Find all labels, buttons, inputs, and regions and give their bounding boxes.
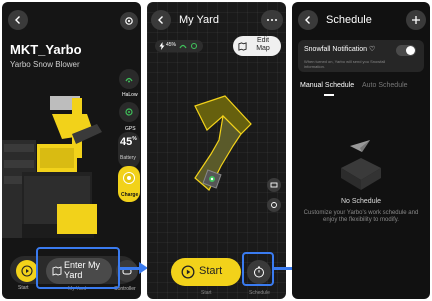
layers-button[interactable] <box>267 178 281 192</box>
highlight-enter-my-yard <box>36 247 120 289</box>
plus-icon <box>412 16 420 24</box>
snowfall-toggle[interactable] <box>396 45 416 56</box>
edit-map-label: Edit Map <box>256 37 270 52</box>
active-tab-indicator <box>324 94 334 96</box>
start-button[interactable] <box>16 260 38 282</box>
battery-value: 45% <box>120 136 137 148</box>
chevron-left-icon <box>15 16 20 24</box>
map-icon <box>238 42 247 51</box>
back-button[interactable] <box>151 10 171 30</box>
start-caption: Start <box>201 290 212 296</box>
signal-icon <box>179 44 187 49</box>
snowfall-title: Snowfall Notification ♡ <box>304 46 376 53</box>
page-title: My Yard <box>179 14 219 26</box>
empty-state-illustration <box>341 140 381 190</box>
halow-label: HaLow <box>122 92 138 98</box>
device-model: Yarbo Snow Blower <box>10 60 80 69</box>
highlight-schedule <box>242 252 274 286</box>
page-title: Schedule <box>326 14 372 26</box>
play-icon <box>21 265 33 277</box>
more-button[interactable] <box>261 10 283 30</box>
start-label: Start <box>18 285 29 291</box>
battery-label: Battery <box>120 155 136 161</box>
locate-button[interactable] <box>267 198 281 212</box>
tab-auto-schedule[interactable]: Auto Schedule <box>362 82 408 89</box>
charge-icon <box>123 172 135 184</box>
bolt-icon <box>159 42 165 50</box>
play-icon <box>181 265 195 279</box>
schedule-screen: Schedule Snowfall Notification ♡ When tu… <box>292 2 430 299</box>
add-schedule-button[interactable] <box>406 10 426 30</box>
device-name: MKT_Yarbo <box>10 42 82 57</box>
battery-status: 45% <box>166 42 177 48</box>
charge-label: Charge <box>121 192 139 198</box>
settings-button[interactable] <box>120 12 138 30</box>
arrow-to-my-yard <box>120 267 140 270</box>
more-icon <box>267 19 277 21</box>
target-icon <box>271 202 277 208</box>
gear-icon <box>125 17 133 25</box>
signal-icon <box>125 77 133 83</box>
chevron-left-icon <box>158 16 163 24</box>
gps-button[interactable] <box>119 102 139 122</box>
yard-map <box>194 95 252 191</box>
snowfall-desc: When turned on, Yarbo will send you Snow… <box>304 59 386 69</box>
bell-icon: ♡ <box>368 46 376 53</box>
snow-blower-image <box>2 96 102 238</box>
back-button[interactable] <box>298 10 318 30</box>
start-label: Start <box>199 265 223 277</box>
gps-icon <box>125 108 133 116</box>
halow-button[interactable] <box>119 69 139 89</box>
back-button[interactable] <box>8 10 28 30</box>
schedule-caption: Schedule <box>249 290 270 296</box>
gps-icon <box>190 42 198 50</box>
layers-icon <box>270 182 278 188</box>
empty-title: No Schedule <box>340 198 382 205</box>
chevron-left-icon <box>305 16 310 24</box>
toggle-knob <box>406 46 415 55</box>
tab-manual-schedule[interactable]: Manual Schedule <box>300 82 354 89</box>
empty-desc: Customize your Yarbo's work schedule and… <box>303 210 419 223</box>
